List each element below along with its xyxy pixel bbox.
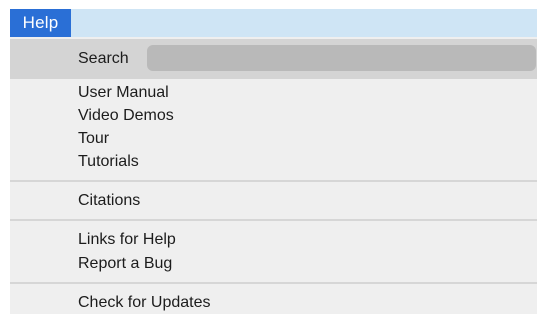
menu-item-tour[interactable]: Tour: [78, 127, 109, 150]
help-menu-window: Help Search User Manual Video Demos Tour…: [10, 9, 537, 314]
menu-item-video-demos[interactable]: Video Demos: [78, 104, 174, 127]
menu-item-citations[interactable]: Citations: [78, 189, 140, 212]
search-input[interactable]: [147, 45, 536, 71]
menu-separator: [10, 282, 537, 284]
menu-item-report-a-bug[interactable]: Report a Bug: [78, 252, 172, 275]
menu-separator: [10, 180, 537, 182]
search-label: Search: [78, 50, 129, 67]
menu-item-user-manual[interactable]: User Manual: [78, 81, 169, 104]
menu-item-check-for-updates[interactable]: Check for Updates: [78, 291, 211, 314]
menu-item-links-for-help[interactable]: Links for Help: [78, 228, 176, 251]
help-menu-title[interactable]: Help: [10, 9, 71, 37]
menu-separator: [10, 219, 537, 221]
search-row: Search: [10, 39, 537, 79]
menu-item-tutorials[interactable]: Tutorials: [78, 150, 139, 173]
menu-bar: Help: [10, 9, 537, 37]
